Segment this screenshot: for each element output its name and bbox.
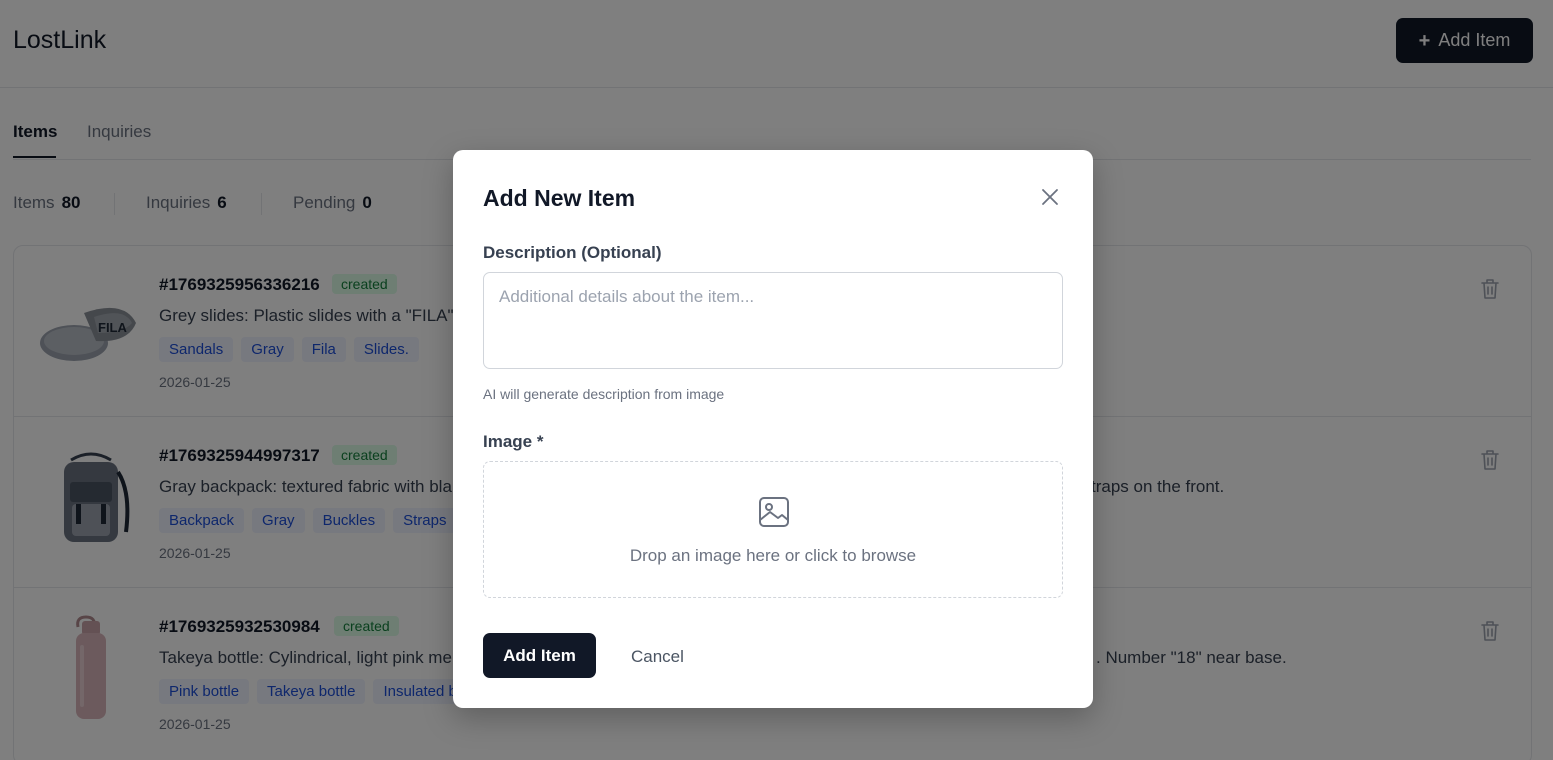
close-icon[interactable] [1041,188,1059,206]
dialog-title: Add New Item [483,185,636,211]
image-label: Image * [483,432,544,451]
description-hint: AI will generate description from image [483,386,725,402]
description-label: Description (Optional) [483,243,662,262]
image-icon [759,497,789,527]
dropzone-text: Drop an image here or click to browse [629,546,917,565]
image-dropzone[interactable]: Drop an image here or click to browse [483,461,1063,598]
description-field[interactable] [483,272,1063,369]
cancel-button[interactable]: Cancel [631,647,684,667]
add-item-dialog: Add New Item Description (Optional) AI w… [453,150,1093,708]
add-item-submit-button[interactable]: Add Item [483,633,596,678]
